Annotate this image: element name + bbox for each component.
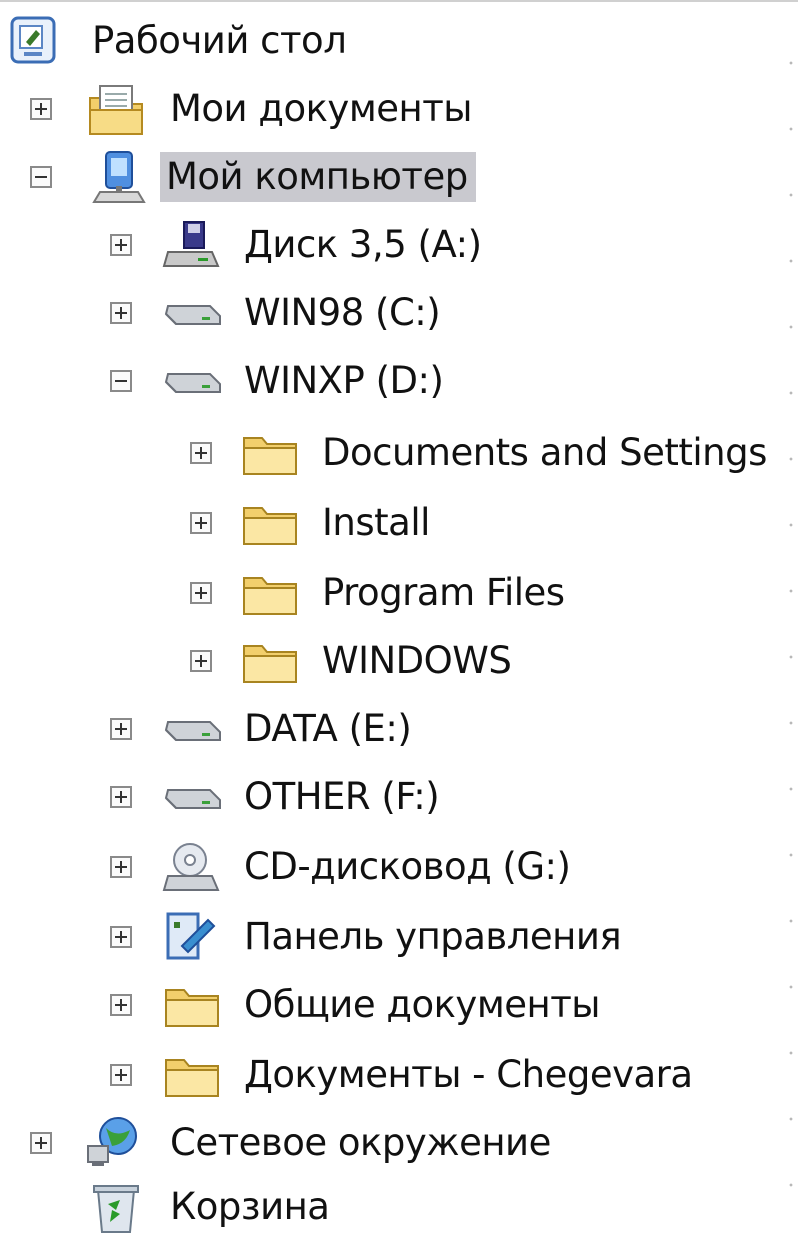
hard-drive-icon [162, 770, 222, 826]
tree-item-label: Program Files [322, 571, 565, 614]
cd-drive-icon [162, 840, 222, 896]
floppy-drive-icon [162, 218, 222, 274]
expand-toggle[interactable] [190, 442, 212, 464]
desktop-icon [6, 14, 66, 70]
tree-item-label: Корзина [170, 1185, 330, 1228]
hard-drive-icon [162, 354, 222, 410]
tree-item-drive-e[interactable]: DATA (E:) [0, 696, 780, 764]
tree-item-cd-drive[interactable]: CD-дисковод (G:) [0, 834, 780, 902]
tree-item-label: Мой компьютер [160, 152, 476, 202]
tree-item-label: Мои документы [170, 87, 472, 130]
tree-item-drive-d[interactable]: WINXP (D:) [0, 348, 780, 416]
tree-item-label: Диск 3,5 (A:) [244, 223, 482, 266]
expand-toggle[interactable] [110, 302, 132, 324]
folder-icon [240, 634, 300, 690]
expand-toggle[interactable] [110, 1064, 132, 1086]
folder-icon [162, 1048, 222, 1104]
tree-item-label: WINDOWS [322, 639, 512, 682]
expand-toggle[interactable] [30, 98, 52, 120]
tree-item-windows[interactable]: WINDOWS [0, 628, 780, 696]
folder-icon [240, 566, 300, 622]
collapse-toggle[interactable] [110, 370, 132, 392]
tree-item-label: Install [322, 501, 430, 544]
tree-item-label: Documents and Settings [322, 431, 767, 474]
tree-item-label: Документы - Chegevara [244, 1053, 693, 1096]
hard-drive-icon [162, 286, 222, 342]
tree-item-label: DATA (E:) [244, 707, 412, 750]
expand-toggle[interactable] [190, 512, 212, 534]
tree-item-label: WINXP (D:) [244, 359, 444, 402]
expand-toggle[interactable] [190, 582, 212, 604]
tree-item-floppy[interactable]: Диск 3,5 (A:) [0, 212, 780, 280]
expand-toggle[interactable] [30, 1132, 52, 1154]
network-icon [86, 1116, 146, 1172]
collapse-toggle[interactable] [30, 166, 52, 188]
control-panel-icon [162, 910, 222, 966]
tree-item-documents-and-settings[interactable]: Documents and Settings [0, 420, 780, 488]
tree-item-drive-f[interactable]: OTHER (F:) [0, 764, 780, 832]
tree-item-label: WIN98 (C:) [244, 291, 441, 334]
tree-item-shared-documents[interactable]: Общие документы [0, 972, 780, 1040]
tree-item-label: OTHER (F:) [244, 775, 440, 818]
expand-toggle[interactable] [110, 926, 132, 948]
tree-item-network[interactable]: Сетевое окружение [0, 1110, 780, 1178]
hard-drive-icon [162, 702, 222, 758]
tree-item-label: Сетевое окружение [170, 1121, 551, 1164]
expand-toggle[interactable] [110, 994, 132, 1016]
folder-icon [240, 496, 300, 552]
tree-item-label: Панель управления [244, 915, 622, 958]
folder-icon [162, 978, 222, 1034]
tree-item-label: Общие документы [244, 983, 600, 1026]
my-computer-icon [92, 150, 152, 206]
expand-toggle[interactable] [110, 856, 132, 878]
tree-item-recycle-bin[interactable]: Корзина [0, 1174, 780, 1242]
my-documents-icon [86, 82, 146, 138]
expand-toggle[interactable] [110, 718, 132, 740]
folder-icon [240, 426, 300, 482]
expand-toggle[interactable] [190, 650, 212, 672]
tree-item-label: CD-дисковод (G:) [244, 845, 571, 888]
tree-item-program-files[interactable]: Program Files [0, 560, 780, 628]
tree-item-drive-c[interactable]: WIN98 (C:) [0, 280, 780, 348]
tree-item-install[interactable]: Install [0, 490, 780, 558]
tree-item-user-documents[interactable]: Документы - Chegevara [0, 1042, 780, 1110]
tree-item-control-panel[interactable]: Панель управления [0, 904, 780, 972]
expand-toggle[interactable] [110, 786, 132, 808]
tree-item-my-computer[interactable]: Мой компьютер [0, 144, 780, 212]
recycle-bin-icon [86, 1180, 146, 1236]
tree-item-desktop[interactable]: Рабочий стол [0, 8, 780, 76]
tree-item-label: Рабочий стол [92, 19, 347, 62]
expand-toggle[interactable] [110, 234, 132, 256]
tree-item-my-documents[interactable]: Мои документы [0, 76, 780, 144]
folder-tree[interactable]: Рабочий стол Мои документы Мой компьютер… [0, 0, 798, 1235]
tree-scroll-edge [788, 0, 794, 1235]
